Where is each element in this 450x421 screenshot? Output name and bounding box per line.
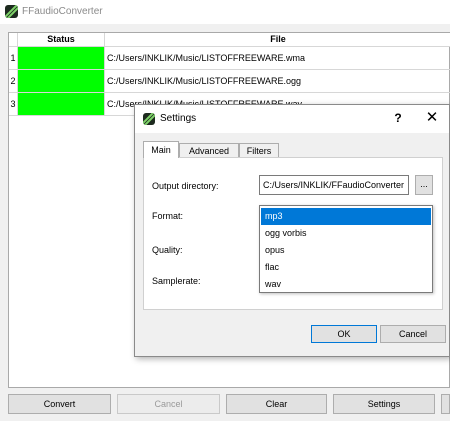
format-option-ogg-vorbis[interactable]: ogg vorbis <box>261 225 431 242</box>
ok-button[interactable]: OK <box>311 325 377 343</box>
help-button[interactable]: ? <box>391 111 405 127</box>
file-cell[interactable]: C:/Users/INKLIK/Music/LISTOFFREEWARE.wma <box>107 47 305 69</box>
table-header: Status File <box>9 33 450 47</box>
header-file[interactable]: File <box>105 33 450 47</box>
main-titlebar: FFaudioConverter <box>0 0 450 24</box>
convert-button[interactable]: Convert <box>8 394 111 414</box>
format-option-flac[interactable]: flac <box>261 259 431 276</box>
status-cell[interactable] <box>18 93 105 115</box>
samplerate-label: Samplerate: <box>152 276 201 286</box>
more-button[interactable] <box>441 394 450 414</box>
format-label: Format: <box>152 211 184 221</box>
status-cell[interactable] <box>18 47 105 69</box>
window-title: FFaudioConverter <box>22 6 103 17</box>
format-dropdown-list[interactable]: mp3 ogg vorbis opus flac wav <box>259 205 433 293</box>
output-directory-field[interactable]: C:/Users/INKLIK/FFaudioConverter <box>259 175 409 195</box>
row-number[interactable]: 1 <box>9 47 18 69</box>
dialog-app-icon <box>143 113 155 125</box>
table-row[interactable]: 2 C:/Users/INKLIK/Music/LISTOFFREEWARE.o… <box>9 70 450 93</box>
browse-button[interactable]: ... <box>415 175 433 195</box>
row-number[interactable]: 2 <box>9 70 18 92</box>
tab-advanced[interactable]: Advanced <box>179 143 239 158</box>
app-logo-icon <box>5 5 18 18</box>
status-cell[interactable] <box>18 70 105 92</box>
format-option-wav[interactable]: wav <box>261 276 431 293</box>
settings-button[interactable]: Settings <box>333 394 435 414</box>
dialog-title: Settings <box>160 113 197 124</box>
quality-label: Quality: <box>152 245 183 255</box>
dialog-cancel-button[interactable]: Cancel <box>380 325 446 343</box>
dialog-titlebar[interactable]: Settings ? ✕ <box>135 105 449 133</box>
clear-button[interactable]: Clear <box>226 394 327 414</box>
header-corner[interactable] <box>9 33 18 47</box>
row-number[interactable]: 3 <box>9 93 18 115</box>
output-directory-label: Output directory: <box>152 181 219 191</box>
cancel-button[interactable]: Cancel <box>117 394 220 414</box>
close-icon[interactable]: ✕ <box>423 109 441 127</box>
header-status[interactable]: Status <box>18 33 105 47</box>
file-cell[interactable]: C:/Users/INKLIK/Music/LISTOFFREEWARE.ogg <box>107 70 301 92</box>
table-row[interactable]: 1 C:/Users/INKLIK/Music/LISTOFFREEWARE.w… <box>9 47 450 70</box>
tab-filters[interactable]: Filters <box>239 143 279 158</box>
format-option-mp3[interactable]: mp3 <box>261 208 431 225</box>
settings-dialog: Settings ? ✕ Main Advanced Filters Outpu… <box>134 104 450 357</box>
tab-main[interactable]: Main <box>143 141 179 158</box>
format-option-opus[interactable]: opus <box>261 242 431 259</box>
